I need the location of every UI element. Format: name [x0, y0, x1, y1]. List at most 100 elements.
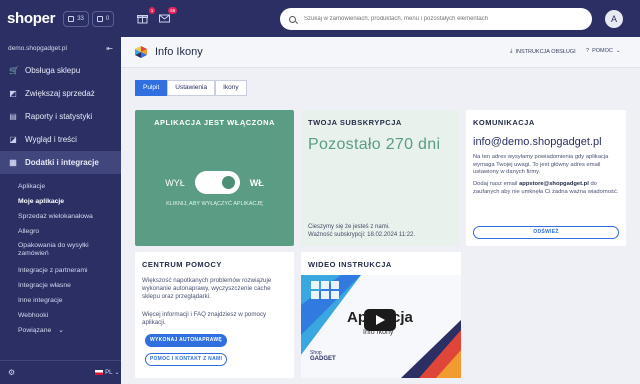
sub-item-label: Moje aplikacje: [18, 198, 65, 205]
search-box[interactable]: [280, 8, 592, 30]
shoper-logo[interactable]: shoper: [7, 10, 56, 27]
play-button[interactable]: [364, 309, 396, 331]
brand-big: GADGET: [310, 356, 336, 362]
download-icon: ⤓: [510, 48, 513, 54]
app-status-card: APLIKACJA JEST WŁĄCZONA WYŁ WŁ KLIKNIJ, …: [135, 110, 294, 246]
app-status-title: APLIKACJA JEST WŁĄCZONA: [154, 118, 275, 127]
communication-title: KOMUNIKACJA: [473, 118, 535, 127]
sub-item-aplikacje[interactable]: Aplikacje: [0, 179, 121, 194]
tab-ustawienia[interactable]: Ustawienia: [167, 80, 216, 96]
top-bar: shoper 33 0 1 55 A: [0, 0, 640, 37]
sub-item-inne-integracje[interactable]: Inne integracje: [0, 293, 121, 308]
gift-icon[interactable]: 1: [136, 6, 156, 25]
settings-icon[interactable]: ⚙: [8, 368, 15, 377]
page-title: Info Ikony: [155, 46, 203, 58]
avatar[interactable]: A: [605, 10, 623, 28]
sidebar-footer: ⚙ PL ⌄: [0, 360, 121, 384]
appstore-email: appstore@shopgadget.pl: [519, 181, 589, 187]
contact-button[interactable]: POMOC I KONTAKT Z NAMI: [145, 353, 227, 366]
sidebar-item-label: Raporty i statystyki: [25, 112, 93, 121]
chevron-down-icon: ⌄: [58, 327, 64, 334]
autorepair-button[interactable]: WYKONAJ AUTONAPRAWĘ: [145, 334, 227, 347]
store-name: demo.shopgadget.pl: [8, 44, 67, 52]
communication-trust-text: Dodaj nasz email appstore@shopgadget.pl …: [473, 181, 621, 196]
collapse-sidebar-icon[interactable]: ⇤: [106, 44, 113, 53]
trust-text-pre: Dodaj nasz email: [473, 181, 520, 187]
help-center-text: Większość napotkanych problemów rozwiązu…: [142, 277, 272, 300]
sidebar-item-label: Obsługa sklepu: [25, 66, 81, 75]
tab-ikony[interactable]: Ikony: [215, 80, 247, 96]
chart-icon: ◩: [9, 89, 17, 98]
sidebar-item-raporty[interactable]: ▤ Raporty i statystyki: [0, 105, 121, 128]
mail-badge: 55: [168, 6, 178, 14]
sub-item-webhooki[interactable]: Webhooki: [0, 308, 121, 323]
sub-item-integracje-wlasne[interactable]: Integracje własne: [0, 278, 121, 293]
sidebar-item-label: Dodatki i integracje: [25, 158, 99, 167]
main-content: Info Ikony ⤓ INSTRUKCJA OBSŁUGI ? POMOC …: [121, 37, 640, 384]
notification-badge: 1: [148, 6, 156, 14]
sidebar: demo.shopgadget.pl ⇤ 🛒 Obsługa sklepu ◩ …: [0, 37, 121, 384]
counter-orders-value: 33: [77, 15, 84, 22]
store-selector[interactable]: demo.shopgadget.pl ⇤: [0, 37, 121, 59]
box-icon: [96, 15, 103, 22]
sidebar-item-obsluga[interactable]: 🛒 Obsługa sklepu: [0, 59, 121, 82]
on-label: WŁ: [249, 177, 264, 188]
counter-tasks[interactable]: 0: [91, 10, 115, 27]
sub-item-integracje-partnerzy[interactable]: Integracje z partnerami: [0, 263, 121, 278]
sidebar-item-wyglad[interactable]: ◪ Wygląd i treści: [0, 128, 121, 151]
subscription-card: TWOJA SUBSKRYPCJA Pozostało 270 dni Cies…: [301, 110, 459, 246]
app-toggle[interactable]: [194, 171, 240, 194]
video-card: WIDEO INSTRUKCJA Aplikacja Info Ikony Sh…: [301, 252, 461, 378]
communication-email: info@demo.shopgadget.pl: [473, 136, 602, 148]
toggle-hint: KLIKNIJ, ABY WYŁĄCZYĆ APLIKACJĘ: [166, 201, 263, 207]
subscription-note-line: Cieszymy się że jesteś z nami.: [308, 224, 390, 230]
chevron-down-icon: ⌄: [114, 370, 120, 376]
video-title: WIDEO INSTRUKCJA: [308, 260, 392, 269]
sub-item-sprzedaz-wielokanalowa[interactable]: Sprzedaż wielokanałowa: [0, 209, 121, 224]
refresh-button[interactable]: ODŚWIEŻ: [473, 226, 619, 239]
language-selector[interactable]: PL ⌄: [95, 369, 120, 376]
tabs: Pulpit Ustawienia Ikony: [135, 80, 247, 96]
communication-card: KOMUNIKACJA info@demo.shopgadget.pl Na t…: [466, 110, 626, 246]
help-icon: ?: [586, 48, 590, 54]
help-center-card: CENTRUM POMOCY Większość napotkanych pro…: [135, 252, 294, 378]
flag-pl-icon: [95, 370, 104, 375]
sub-item-label: Powiązane: [18, 327, 52, 334]
help-center-faq: Więcej informacji i FAQ znajdziesz w pom…: [142, 311, 267, 326]
instruction-link[interactable]: ⤓ INSTRUKCJA OBSŁUGI: [510, 48, 576, 55]
sub-item-opakowania[interactable]: Opakowania do wysyłki zamówień: [0, 239, 110, 261]
sub-item-powiazane[interactable]: Powiązane ⌄: [0, 323, 121, 338]
video-thumbnail[interactable]: Aplikacja Info Ikony Shop GADGET: [301, 275, 461, 378]
language-label: PL: [105, 369, 113, 376]
shopgadget-logo: Shop GADGET: [310, 350, 336, 362]
sub-item-allegro[interactable]: Allegro: [0, 224, 121, 239]
sidebar-item-label: Zwiększaj sprzedaż: [25, 89, 95, 98]
grid-icon: [68, 15, 75, 22]
instruction-label: INSTRUKCJA OBSŁUGI: [515, 48, 576, 55]
sidebar-item-sprzedaz[interactable]: ◩ Zwiększaj sprzedaż: [0, 82, 121, 105]
chevron-down-icon: ⌄: [615, 48, 621, 54]
sub-item-moje-aplikacje[interactable]: Moje aplikacje: [0, 194, 121, 209]
counter-orders[interactable]: 33: [63, 10, 89, 27]
counter-tasks-value: 0: [105, 15, 110, 22]
tab-pulpit[interactable]: Pulpit: [135, 80, 168, 96]
sidebar-item-dodatki[interactable]: ▦ Dodatki i integracje: [0, 151, 121, 174]
subscription-remaining: Pozostało 270 dni: [308, 136, 441, 153]
brush-icon: ◪: [9, 135, 17, 144]
cart-icon: 🛒: [9, 66, 19, 75]
grid-icon: ▦: [9, 158, 17, 167]
help-link[interactable]: ? POMOC ⌄: [586, 48, 620, 54]
off-label: WYŁ: [165, 177, 185, 188]
search-input[interactable]: [304, 16, 564, 22]
communication-text: Na ten adres wysyłamy powiadomienia gdy …: [473, 154, 609, 175]
search-icon: [289, 15, 296, 23]
help-label: POMOC: [592, 48, 613, 54]
subscription-expiry: Ważność subskrypcji: 18.02.2024 11:22.: [308, 232, 416, 238]
info-ikony-logo: [135, 46, 147, 58]
mail-icon[interactable]: 55: [158, 6, 178, 25]
sidebar-item-label: Wygląd i treści: [25, 135, 77, 144]
toggle-knob: [221, 176, 235, 189]
toggle-row: WYŁ WŁ: [135, 171, 294, 194]
subscription-title: TWOJA SUBSKRYPCJA: [308, 118, 402, 127]
subscription-note: Cieszymy się że jesteś z nami. Ważność s…: [308, 223, 415, 239]
